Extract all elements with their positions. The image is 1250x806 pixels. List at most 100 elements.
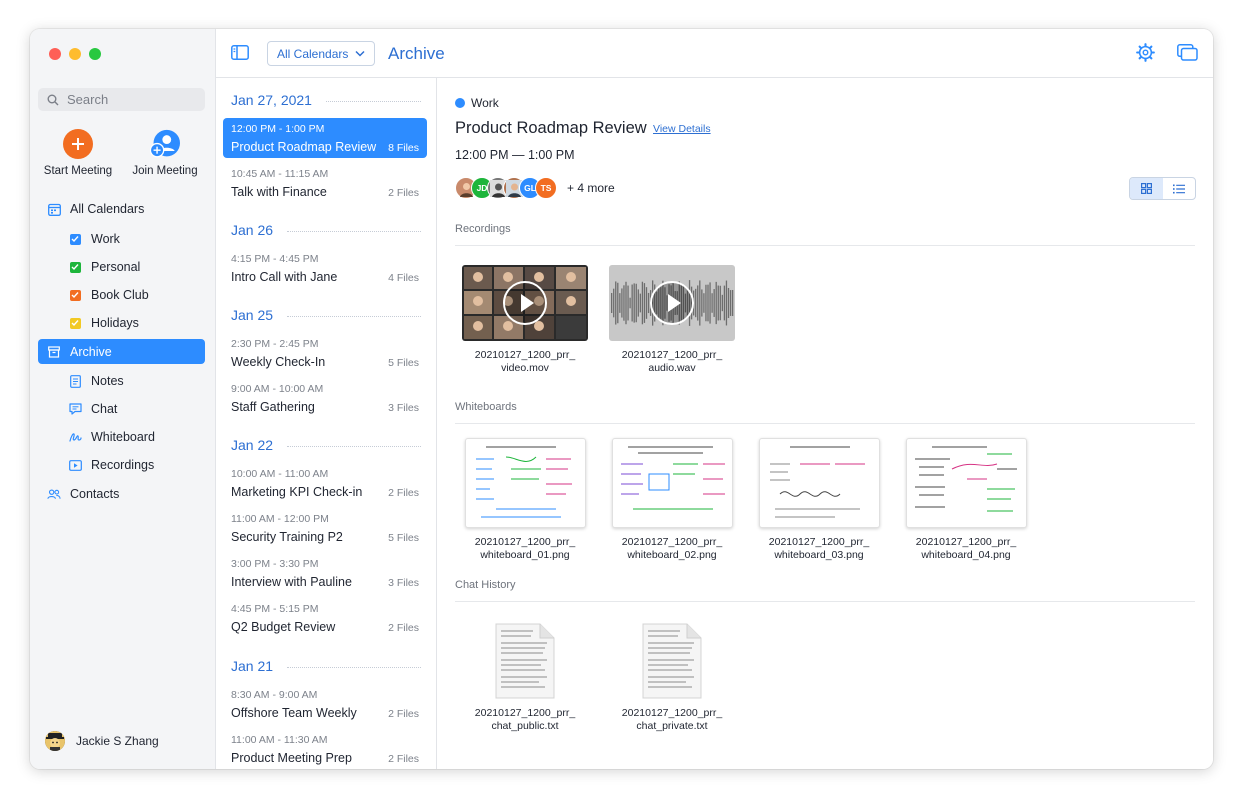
settings-button[interactable] xyxy=(1136,43,1155,67)
event-name: Intro Call with Jane xyxy=(231,270,338,284)
list-item[interactable]: 8:30 AM - 9:00 AM Offshore Team Weekly 2… xyxy=(223,684,427,724)
category-dot-icon xyxy=(455,98,465,108)
file-count: 3 Files xyxy=(388,577,419,589)
event-time: 4:15 PM - 4:45 PM xyxy=(231,253,319,265)
file-thumbnail-chat[interactable]: 20210127_1200_prr_ chat_public.txt xyxy=(462,623,588,733)
file-thumbnail-whiteboard[interactable]: 20210127_1200_prr_ whiteboard_02.png xyxy=(609,438,735,562)
date-header: Jan 25 xyxy=(231,307,421,323)
file-name: chat_private.txt xyxy=(636,720,708,732)
whiteboard-thumbnail xyxy=(758,438,880,528)
recordings-icon xyxy=(68,458,82,472)
chat-label: Chat xyxy=(91,402,118,416)
user-profile[interactable]: Jackie S Zhang xyxy=(45,731,159,751)
more-attendees: + 4 more xyxy=(567,181,615,195)
list-item[interactable]: 4:45 PM - 5:15 PM Q2 Budget Review 2 Fil… xyxy=(223,598,427,638)
checkbox-checked-icon[interactable] xyxy=(69,233,81,245)
file-thumbnail-chat[interactable]: 20210127_1200_prr_ chat_private.txt xyxy=(609,623,735,733)
play-icon xyxy=(503,281,547,325)
file-thumbnail-whiteboard[interactable]: 20210127_1200_prr_ whiteboard_01.png xyxy=(462,438,588,562)
minimize-window-button[interactable] xyxy=(69,48,81,60)
sidebar-item-book-club[interactable]: Book Club xyxy=(38,283,205,307)
list-item[interactable]: 11:00 AM - 12:00 PM Security Training P2… xyxy=(223,508,427,548)
file-thumbnail-whiteboard[interactable]: 20210127_1200_prr_ whiteboard_04.png xyxy=(903,438,1029,562)
avatar xyxy=(45,731,65,751)
list-item[interactable]: 11:00 AM - 11:30 AM Product Meeting Prep… xyxy=(223,729,427,769)
list-item[interactable]: 2:30 PM - 2:45 PM Weekly Check-In 5 File… xyxy=(223,333,427,373)
list-item[interactable]: 4:15 PM - 4:45 PM Intro Call with Jane 4… xyxy=(223,248,427,288)
sidebar-item-archive[interactable]: Archive xyxy=(38,339,205,364)
file-count: 2 Files xyxy=(388,622,419,634)
checkbox-checked-icon[interactable] xyxy=(69,289,81,301)
event-name: Interview with Pauline xyxy=(231,575,352,589)
whiteboard-thumbnail xyxy=(464,438,586,528)
search-placeholder: Search xyxy=(67,92,109,107)
file-name: audio.wav xyxy=(648,362,696,374)
calendar-select-value: All Calendars xyxy=(277,46,349,61)
sidebar-item-work[interactable]: Work xyxy=(38,227,205,251)
join-meeting-label: Join Meeting xyxy=(132,165,198,177)
file-name: 20210127_1200_prr_ xyxy=(621,349,723,361)
sidebar-item-holidays[interactable]: Holidays xyxy=(38,311,205,335)
meeting-list: Jan 27, 2021 12:00 PM - 1:00 PM Product … xyxy=(216,78,437,769)
view-toggle xyxy=(1129,177,1196,200)
recordings-label: Recordings xyxy=(91,458,155,472)
file-name: whiteboard_01.png xyxy=(480,549,570,561)
sidebar-item-all-calendars[interactable]: All Calendars xyxy=(38,197,205,221)
chevron-down-icon xyxy=(355,50,365,57)
sidebar: Search Start Meeting Join Meeting All Ca… xyxy=(30,29,216,769)
window-controls xyxy=(49,48,101,60)
event-time: 10:00 AM - 11:00 AM xyxy=(231,468,329,480)
sidebar-item-personal[interactable]: Personal xyxy=(38,255,205,279)
sidebar-item-chat[interactable]: Chat xyxy=(38,397,205,421)
file-name: whiteboard_03.png xyxy=(774,549,864,561)
new-window-button[interactable] xyxy=(1177,44,1198,66)
app-window: Search Start Meeting Join Meeting All Ca… xyxy=(30,29,1213,769)
archive-label: Archive xyxy=(70,344,112,359)
file-count: 2 Files xyxy=(388,753,419,765)
date-header: Jan 21 xyxy=(231,658,421,674)
grid-view-button[interactable] xyxy=(1130,178,1163,199)
close-window-button[interactable] xyxy=(49,48,61,60)
file-thumbnail-audio[interactable]: 20210127_1200_prr_ audio.wav xyxy=(609,265,735,375)
attendee-list[interactable]: JD GL TS + 4 more xyxy=(455,177,615,199)
date-header: Jan 22 xyxy=(231,437,421,453)
event-time: 3:00 PM - 3:30 PM xyxy=(231,558,319,570)
file-thumbnail-video[interactable]: 20210127_1200_prr_ video.mov xyxy=(462,265,588,375)
sidebar-item-contacts[interactable]: Contacts xyxy=(38,482,205,506)
sidebar-item-notes[interactable]: Notes xyxy=(38,369,205,393)
calendar-label: Personal xyxy=(91,260,141,274)
list-item[interactable]: 3:00 PM - 3:30 PM Interview with Pauline… xyxy=(223,553,427,593)
file-count: 4 Files xyxy=(388,272,419,284)
file-name: 20210127_1200_prr_ xyxy=(474,536,576,548)
sidebar-item-recordings[interactable]: Recordings xyxy=(38,453,205,477)
file-name: 20210127_1200_prr_ xyxy=(915,536,1017,548)
list-icon xyxy=(1172,184,1185,193)
gear-icon xyxy=(1136,43,1155,62)
sidebar-item-whiteboard[interactable]: Whiteboard xyxy=(38,425,205,449)
list-item-product-roadmap-review[interactable]: 12:00 PM - 1:00 PM Product Roadmap Revie… xyxy=(223,118,427,158)
file-count: 2 Files xyxy=(388,487,419,499)
zoom-window-button[interactable] xyxy=(89,48,101,60)
contacts-icon xyxy=(47,487,61,501)
toggle-sidebar-button[interactable] xyxy=(231,45,249,65)
text-file-icon xyxy=(642,623,702,699)
file-name: chat_public.txt xyxy=(491,720,559,732)
event-name: Talk with Finance xyxy=(231,185,327,199)
checkbox-checked-icon[interactable] xyxy=(69,317,81,329)
event-name: Q2 Budget Review xyxy=(231,620,336,634)
list-view-button[interactable] xyxy=(1163,178,1196,199)
list-item[interactable]: 9:00 AM - 10:00 AM Staff Gathering 3 Fil… xyxy=(223,378,427,418)
search-input[interactable]: Search xyxy=(38,88,205,111)
checkbox-checked-icon[interactable] xyxy=(69,261,81,273)
list-item[interactable]: 10:00 AM - 11:00 AM Marketing KPI Check-… xyxy=(223,463,427,503)
view-details-link[interactable]: View Details xyxy=(653,123,711,135)
file-count: 5 Files xyxy=(388,532,419,544)
start-meeting-label: Start Meeting xyxy=(43,165,113,177)
start-meeting-button[interactable]: Start Meeting xyxy=(38,129,118,177)
join-meeting-button[interactable]: Join Meeting xyxy=(125,129,205,177)
play-icon xyxy=(650,281,694,325)
list-item[interactable]: 10:45 AM - 11:15 AM Talk with Finance 2 … xyxy=(223,163,427,203)
event-name: Offshore Team Weekly xyxy=(231,706,357,720)
calendar-select[interactable]: All Calendars xyxy=(267,41,375,66)
file-thumbnail-whiteboard[interactable]: 20210127_1200_prr_ whiteboard_03.png xyxy=(756,438,882,562)
